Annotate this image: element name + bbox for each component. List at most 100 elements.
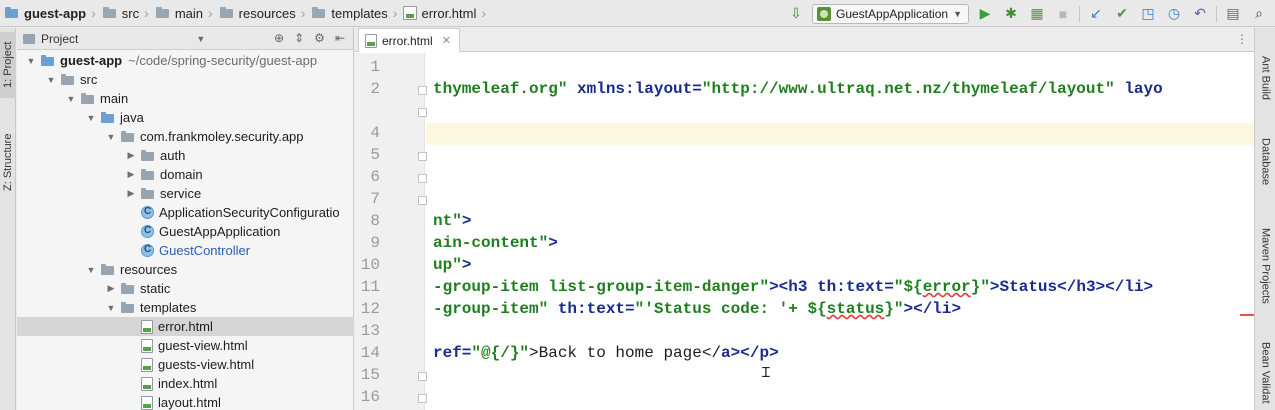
module-folder-icon xyxy=(41,54,55,67)
ant-build-tool-tab[interactable]: Ant Build xyxy=(1255,48,1275,108)
folder-icon xyxy=(219,7,235,19)
chevron-down-icon[interactable]: ▼ xyxy=(45,75,57,85)
coverage-icon[interactable]: ▦ xyxy=(1027,4,1047,24)
chevron-right-icon[interactable]: ▶ xyxy=(125,150,137,161)
tree-item-label: error.html xyxy=(158,319,213,334)
tree-item-src[interactable]: ▼ src xyxy=(17,70,354,89)
chevron-down-icon[interactable]: ▼ xyxy=(85,113,97,123)
tab-list-icon[interactable]: ⋮ xyxy=(1236,32,1248,46)
left-tool-window-strip: 1: Project Z: Structure xyxy=(0,28,16,410)
chevron-down-icon[interactable]: ▼ xyxy=(196,34,205,44)
maven-projects-tool-tab[interactable]: Maven Projects xyxy=(1255,220,1275,312)
vcs-commit-icon[interactable]: ✔ xyxy=(1112,4,1132,24)
source-folder-icon xyxy=(101,111,115,124)
revert-icon[interactable]: ↶ xyxy=(1190,4,1210,24)
tree-item-service[interactable]: ▶ service xyxy=(17,184,354,203)
ide-window: { "breadcrumbs": ["guest-app", "src", "m… xyxy=(0,0,1275,410)
tree-item-guests-view-html[interactable]: guests-view.html xyxy=(17,355,354,374)
vcs-compare-icon[interactable]: ◳ xyxy=(1138,4,1158,24)
tree-item-static[interactable]: ▶ static xyxy=(17,279,354,298)
breadcrumb-item-guest-app[interactable]: guest-app xyxy=(24,6,86,21)
package-icon xyxy=(141,187,155,200)
chevron-right-icon[interactable]: ▶ xyxy=(125,188,137,199)
build-icon[interactable]: ⇩ xyxy=(786,4,806,24)
code-area[interactable]: thymeleaf.org" xmlns:layout="http://www.… xyxy=(426,53,1254,410)
main-toolbar: ⇩ GuestAppApplication ▼ ▶ ✱ ▦ ■ ↙ ✔ ◳ ◷ … xyxy=(786,3,1269,24)
debug-icon[interactable]: ✱ xyxy=(1001,4,1021,24)
project-structure-icon[interactable]: ▤ xyxy=(1223,4,1243,24)
tree-item-label: GuestController xyxy=(159,243,251,258)
chevron-down-icon[interactable]: ▼ xyxy=(105,303,117,313)
breadcrumb-item-templates[interactable]: templates xyxy=(331,6,387,21)
error-stripe-marker[interactable] xyxy=(1240,314,1254,316)
line-number: 4 xyxy=(370,124,380,142)
tree-item-domain[interactable]: ▶ domain xyxy=(17,165,354,184)
chevron-right-icon[interactable]: ▶ xyxy=(125,169,137,180)
collapse-all-icon[interactable]: ⇕ xyxy=(294,31,304,45)
tree-item-guest-app[interactable]: ▼ guest-app ~/code/spring-security/guest… xyxy=(17,51,354,70)
html-file-icon xyxy=(403,6,418,20)
locate-icon[interactable]: ⊕ xyxy=(274,31,284,45)
tree-item-error-html[interactable]: error.html xyxy=(17,317,354,336)
run-icon[interactable]: ▶ xyxy=(975,4,995,24)
tree-item-label: resources xyxy=(120,262,178,277)
tree-item-auth[interactable]: ▶ auth xyxy=(17,146,354,165)
breadcrumb-item-resources[interactable]: resources xyxy=(239,6,296,21)
breadcrumb-item-error-html[interactable]: error.html xyxy=(421,6,476,21)
search-icon[interactable]: ⌕ xyxy=(1249,4,1269,24)
line-number: 12 xyxy=(360,300,380,318)
tree-item-package[interactable]: ▼ com.frankmoley.security.app xyxy=(17,127,354,146)
stop-icon[interactable]: ■ xyxy=(1053,4,1073,24)
tree-item-guest-view-html[interactable]: guest-view.html xyxy=(17,336,354,355)
code-token: ></li> xyxy=(903,300,962,318)
folder-icon xyxy=(61,73,75,86)
chevron-down-icon[interactable]: ▼ xyxy=(105,132,117,142)
tree-item-templates[interactable]: ▼ templates xyxy=(17,298,354,317)
chevron-right-icon[interactable]: ▶ xyxy=(105,283,117,294)
vcs-history-icon[interactable]: ◷ xyxy=(1164,4,1184,24)
code-token: "@{/}" xyxy=(471,344,530,362)
run-configuration-selector[interactable]: GuestAppApplication ▼ xyxy=(812,3,969,24)
tree-item-label: com.frankmoley.security.app xyxy=(140,129,304,144)
structure-tool-tab[interactable]: Z: Structure xyxy=(0,122,16,202)
line-number: 8 xyxy=(370,212,380,230)
html-file-icon xyxy=(365,33,377,48)
html-file-icon xyxy=(141,319,153,334)
breadcrumb-item-src[interactable]: src xyxy=(122,6,139,21)
vcs-update-icon[interactable]: ↙ xyxy=(1086,4,1106,24)
gear-icon[interactable]: ⚙ xyxy=(314,31,325,45)
html-file-icon xyxy=(141,338,153,353)
code-token: xmlns:layout= xyxy=(567,80,702,98)
line-number: 11 xyxy=(360,278,380,296)
project-view-selector[interactable]: Project xyxy=(41,32,78,46)
bean-validation-tool-tab[interactable]: Bean Validat xyxy=(1255,333,1275,410)
folder-icon xyxy=(23,33,35,44)
chevron-down-icon[interactable]: ▼ xyxy=(25,56,37,66)
resources-folder-icon xyxy=(101,263,115,276)
tree-item-java[interactable]: ▼ java xyxy=(17,108,354,127)
database-tool-tab[interactable]: Database xyxy=(1255,132,1275,192)
breadcrumb-separator: › xyxy=(392,5,398,21)
chevron-down-icon[interactable]: ▼ xyxy=(65,94,77,104)
tree-item-resources[interactable]: ▼ resources xyxy=(17,260,354,279)
editor-tab-error-html[interactable]: error.html ✕ xyxy=(358,28,460,52)
html-file-icon xyxy=(141,376,153,391)
code-token: > xyxy=(548,234,558,252)
code-token: -group-item" xyxy=(433,300,549,318)
hide-icon[interactable]: ⇤ xyxy=(335,31,345,45)
tree-item-guest-app-application[interactable]: GuestAppApplication xyxy=(17,222,354,241)
breadcrumb-item-main[interactable]: main xyxy=(175,6,203,21)
tree-item-security-config[interactable]: ApplicationSecurityConfiguratio xyxy=(17,203,354,222)
code-line-14: ref="@{/}">Back to home page</a></p> xyxy=(433,344,779,362)
code-line-8: nt"> xyxy=(433,212,471,230)
tree-item-layout-html[interactable]: layout.html xyxy=(17,393,354,410)
project-tool-tab[interactable]: 1: Project xyxy=(0,32,16,98)
line-number: 14 xyxy=(360,344,380,362)
tree-item-label: guest-view.html xyxy=(158,338,248,353)
chevron-down-icon[interactable]: ▼ xyxy=(85,265,97,275)
code-token: > xyxy=(461,212,472,230)
tree-item-index-html[interactable]: index.html xyxy=(17,374,354,393)
close-icon[interactable]: ✕ xyxy=(442,34,451,47)
tree-item-guest-controller[interactable]: GuestController xyxy=(17,241,354,260)
tree-item-main[interactable]: ▼ main xyxy=(17,89,354,108)
